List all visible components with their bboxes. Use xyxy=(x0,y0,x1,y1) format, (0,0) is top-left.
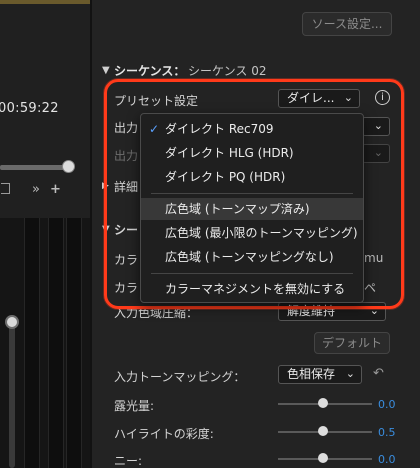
highlight-saturation-slider-knob[interactable] xyxy=(318,426,328,436)
reset-icon[interactable]: ↶ xyxy=(373,367,389,380)
audio-meter-channel xyxy=(24,218,40,468)
input-tone-mapping-dropdown[interactable]: 色相保存 ⌄ xyxy=(278,365,362,384)
menu-item-wide-gamut-minimal[interactable]: 広色域 (最小限のトーンマッピング) xyxy=(141,222,363,244)
menu-item-direct-rec709[interactable]: ✓ ダイレクト Rec709 xyxy=(141,118,363,140)
timeline-accent-bar xyxy=(0,0,90,4)
mark-out-icon[interactable] xyxy=(1,183,10,194)
menu-item-direct-pq[interactable]: ダイレクト PQ (HDR) xyxy=(141,166,363,188)
highlight-saturation-value[interactable]: 0.5 xyxy=(378,426,396,439)
sequence-section-label: シーケンス： xyxy=(114,64,186,78)
volume-fader-track[interactable] xyxy=(9,322,15,468)
exposure-value[interactable]: 0.0 xyxy=(378,398,396,411)
timecode-display: 00:59:22 xyxy=(0,101,59,116)
highlight-saturation-label: ハイライトの彩度: xyxy=(114,427,214,441)
zoom-slider-knob[interactable] xyxy=(62,160,75,173)
source-settings-button[interactable]: ソース設定... xyxy=(302,12,392,36)
knee-value[interactable]: 0.0 xyxy=(378,453,396,466)
knee-label: ニー: xyxy=(114,454,143,468)
fast-forward-icon[interactable]: » xyxy=(32,182,40,197)
input-tone-mapping-label: 入力トーンマッピング： xyxy=(114,370,246,384)
audio-meter-channel xyxy=(48,218,64,468)
menu-separator xyxy=(151,193,353,194)
menu-item-wide-gamut-tonemapped[interactable]: 広色域 (トーンマップ済み) xyxy=(141,198,363,220)
knee-slider-knob[interactable] xyxy=(318,453,328,463)
menu-item-disable-color-management[interactable]: カラーマネジメントを無効にする xyxy=(141,278,363,300)
menu-item-wide-gamut-none[interactable]: 広色域 (トーンマッピングなし) xyxy=(141,246,363,268)
program-monitor-panel: 00:59:22 » + xyxy=(0,0,90,468)
preset-dropdown-menu: ✓ ダイレクト Rec709 ダイレクト HLG (HDR) ダイレクト PQ … xyxy=(140,113,364,303)
sequence-name: シーケンス 02 xyxy=(188,64,267,78)
default-button[interactable]: デフォルト xyxy=(314,332,390,354)
audio-meter-channel xyxy=(66,218,82,468)
menu-item-direct-hlg[interactable]: ダイレクト HLG (HDR) xyxy=(141,142,363,164)
zoom-slider-track[interactable] xyxy=(0,165,70,170)
sequence-section-chevron-icon[interactable]: ▼ xyxy=(102,65,110,76)
add-button-icon[interactable]: + xyxy=(50,182,61,197)
menu-separator xyxy=(151,273,353,274)
exposure-slider-knob[interactable] xyxy=(318,398,328,408)
exposure-label: 露光量: xyxy=(114,399,155,413)
volume-fader-knob[interactable] xyxy=(5,315,19,329)
checkmark-icon: ✓ xyxy=(149,122,160,136)
chevron-down-icon: ⌄ xyxy=(345,367,355,380)
input-tone-mapping-value: 色相保存 xyxy=(287,367,336,381)
